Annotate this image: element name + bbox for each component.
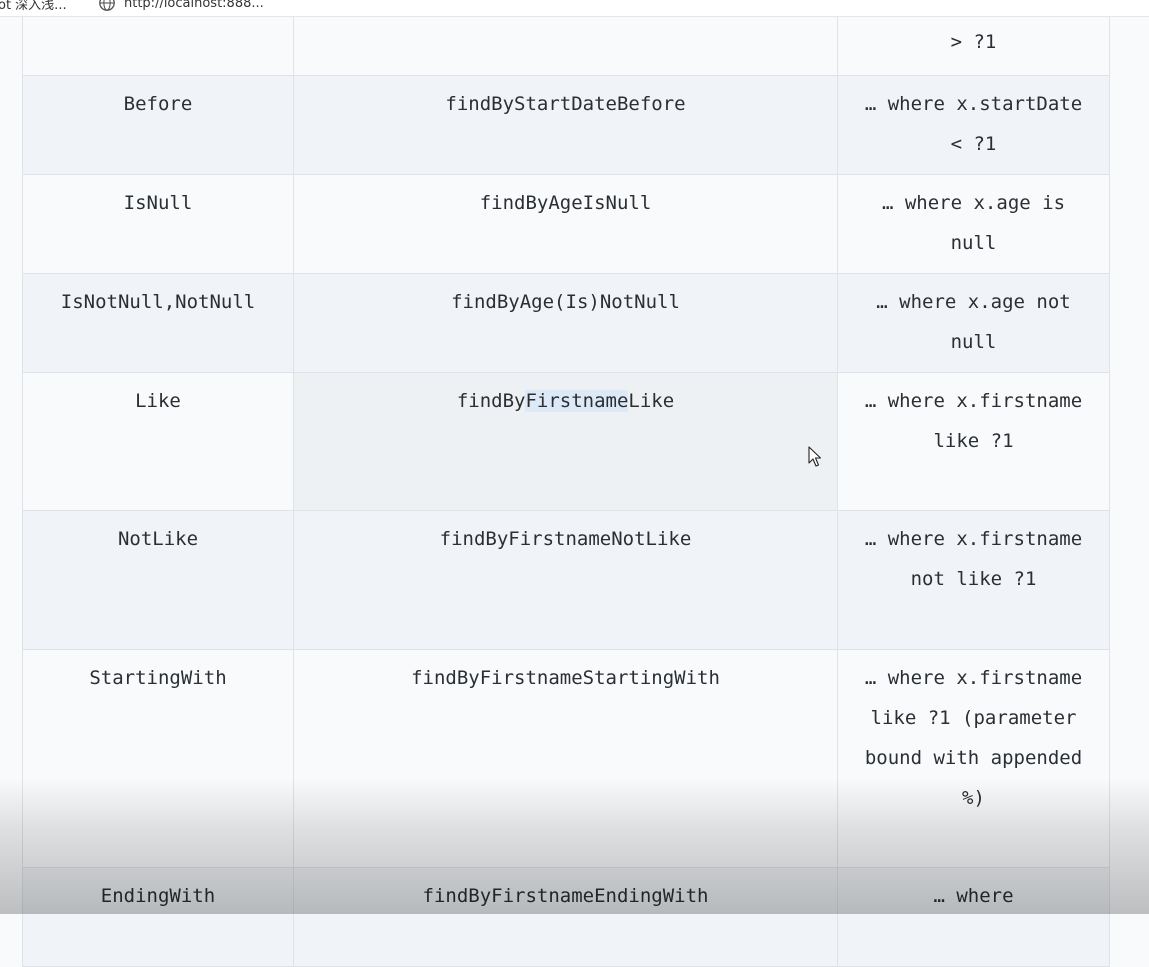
keyword-cell: Before xyxy=(22,75,294,175)
sample-cell: findByFirstnameLike xyxy=(293,372,838,511)
jpql-cell: … where x.firstname like ?1 xyxy=(837,372,1110,511)
jpql-cell: … where xyxy=(837,867,1110,967)
table-row: EndingWith findByFirstnameEndingWith … w… xyxy=(22,867,1110,967)
table-row: IsNull findByAgeIsNull … where x.age is … xyxy=(22,174,1110,274)
keywords-table-container: findByStartDateAfter … where x.startDate… xyxy=(22,0,1110,967)
bookmarks-bar: ot 深入浅... http://localhost:888... xyxy=(0,0,1149,17)
jpql-cell: … where x.firstname not like ?1 xyxy=(837,510,1110,650)
table-row: IsNotNull,NotNull findByAge(Is)NotNull …… xyxy=(22,273,1110,373)
bookmark-item[interactable]: ot 深入浅... xyxy=(0,0,67,13)
sample-cell: findByFirstnameStartingWith xyxy=(293,649,838,868)
keyword-cell: IsNotNull,NotNull xyxy=(22,273,294,373)
keyword-cell: EndingWith xyxy=(22,867,294,967)
keyword-cell: NotLike xyxy=(22,510,294,650)
keyword-cell: IsNull xyxy=(22,174,294,274)
table-row: Before findByStartDateBefore … where x.s… xyxy=(22,75,1110,175)
table-row: StartingWith findByFirstnameStartingWith… xyxy=(22,649,1110,868)
mouse-cursor-icon xyxy=(808,446,822,467)
selected-text: Firstname xyxy=(525,390,629,412)
sample-cell: findByStartDateBefore xyxy=(293,75,838,175)
bookmark-item-localhost[interactable]: http://localhost:888... xyxy=(98,0,264,12)
keywords-table: findByStartDateAfter … where x.startDate… xyxy=(22,0,1110,967)
table-row: NotLike findByFirstnameNotLike … where x… xyxy=(22,510,1110,650)
sample-cell: findByFirstnameNotLike xyxy=(293,510,838,650)
keyword-cell: StartingWith xyxy=(22,649,294,868)
sample-cell: findByAgeIsNull xyxy=(293,174,838,274)
sample-cell: findByAge(Is)NotNull xyxy=(293,273,838,373)
globe-icon xyxy=(99,0,115,11)
table-row: Like findByFirstnameLike … where x.first… xyxy=(22,372,1110,511)
jpql-cell: … where x.age is null xyxy=(837,174,1110,274)
sample-text-part: findBy xyxy=(456,390,526,412)
bookmark-label: http://localhost:888... xyxy=(124,0,264,11)
sample-cell: findByFirstnameEndingWith xyxy=(293,867,838,967)
jpql-cell: … where x.firstname like ?1 (parameter b… xyxy=(837,649,1110,868)
sample-text-part: Like xyxy=(628,390,675,412)
keyword-cell: Like xyxy=(22,372,294,511)
jpql-cell: … where x.age not null xyxy=(837,273,1110,373)
jpql-cell: … where x.startDate < ?1 xyxy=(837,75,1110,175)
